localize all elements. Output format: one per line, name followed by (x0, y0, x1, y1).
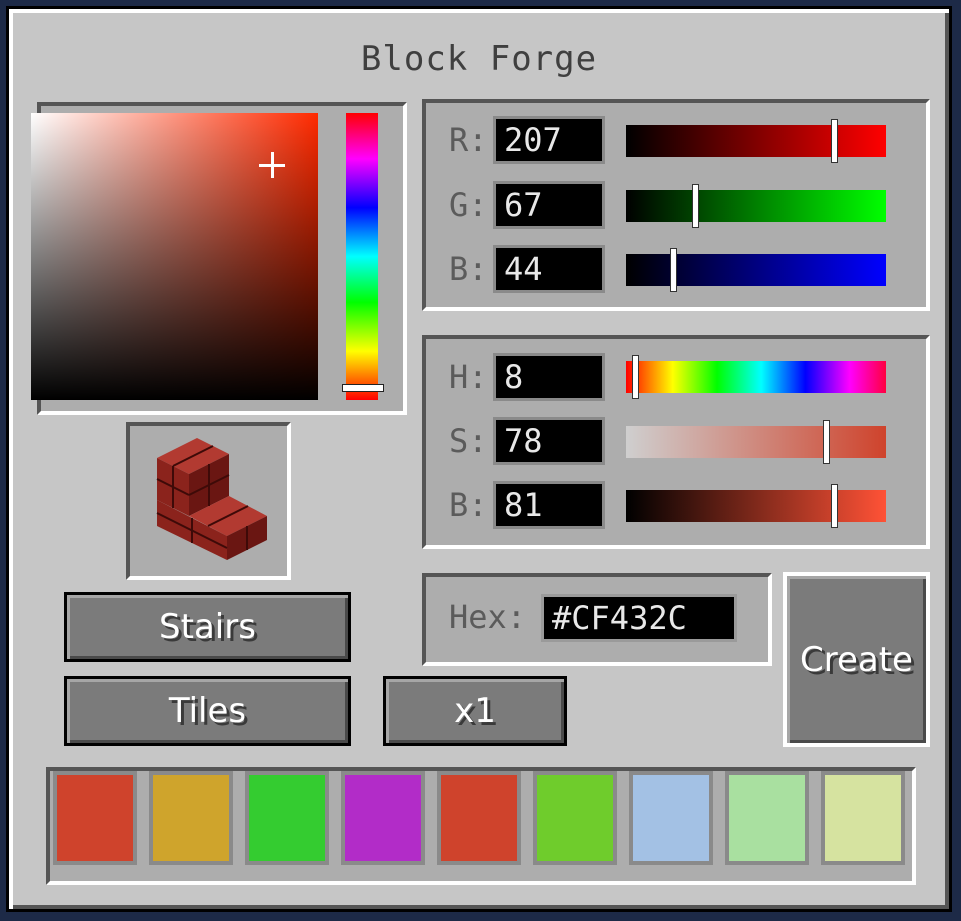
window-title: Block Forge (360, 39, 598, 79)
brightness-slider-knob[interactable] (831, 484, 838, 528)
brightness-slider[interactable] (626, 484, 886, 528)
saturation-slider-knob[interactable] (823, 420, 830, 464)
hex-label: Hex: (449, 598, 527, 636)
blue-label: B: (449, 250, 488, 288)
create-button[interactable]: Create (783, 572, 930, 747)
red-label: R: (449, 121, 488, 159)
color-swatch[interactable] (725, 771, 809, 865)
block-forge-window: Block Forge R: 207 G: 67 B: 44 H: 8 S: 7… (6, 6, 952, 912)
color-swatch[interactable] (53, 771, 137, 865)
red-value-field[interactable]: 207 (493, 116, 605, 164)
color-swatch[interactable] (149, 771, 233, 865)
crosshair-icon[interactable] (259, 152, 285, 178)
hue-label: H: (449, 358, 488, 396)
stairs-block-icon (156, 438, 267, 560)
color-swatch[interactable] (341, 771, 425, 865)
brightness-value-field[interactable]: 81 (493, 481, 605, 529)
saturation-label: S: (449, 422, 488, 460)
color-swatch[interactable] (533, 771, 617, 865)
green-label: G: (449, 186, 488, 224)
color-swatch[interactable] (629, 771, 713, 865)
hue-strip-marker[interactable] (342, 384, 384, 392)
blue-value-field[interactable]: 44 (493, 245, 605, 293)
hue-strip[interactable] (346, 113, 378, 400)
red-slider-knob[interactable] (831, 119, 838, 163)
hue-slider[interactable] (626, 355, 886, 399)
green-slider[interactable] (626, 184, 886, 228)
green-slider-knob[interactable] (692, 184, 699, 228)
shape-button[interactable]: Stairs (64, 592, 351, 662)
red-slider[interactable] (626, 119, 886, 163)
blue-slider-knob[interactable] (670, 248, 677, 292)
blue-slider[interactable] (626, 248, 886, 292)
quantity-button[interactable]: x1 (383, 676, 567, 746)
color-swatch[interactable] (437, 771, 521, 865)
hex-value-field[interactable]: #CF432C (541, 594, 737, 642)
saturation-value-field[interactable]: 78 (493, 417, 605, 465)
color-swatch[interactable] (821, 771, 905, 865)
texture-button[interactable]: Tiles (64, 676, 351, 746)
brightness-label: B: (449, 486, 488, 524)
color-swatch[interactable] (245, 771, 329, 865)
green-value-field[interactable]: 67 (493, 181, 605, 229)
hue-slider-knob[interactable] (632, 355, 639, 399)
hue-value-field[interactable]: 8 (493, 353, 605, 401)
saturation-slider[interactable] (626, 420, 886, 464)
